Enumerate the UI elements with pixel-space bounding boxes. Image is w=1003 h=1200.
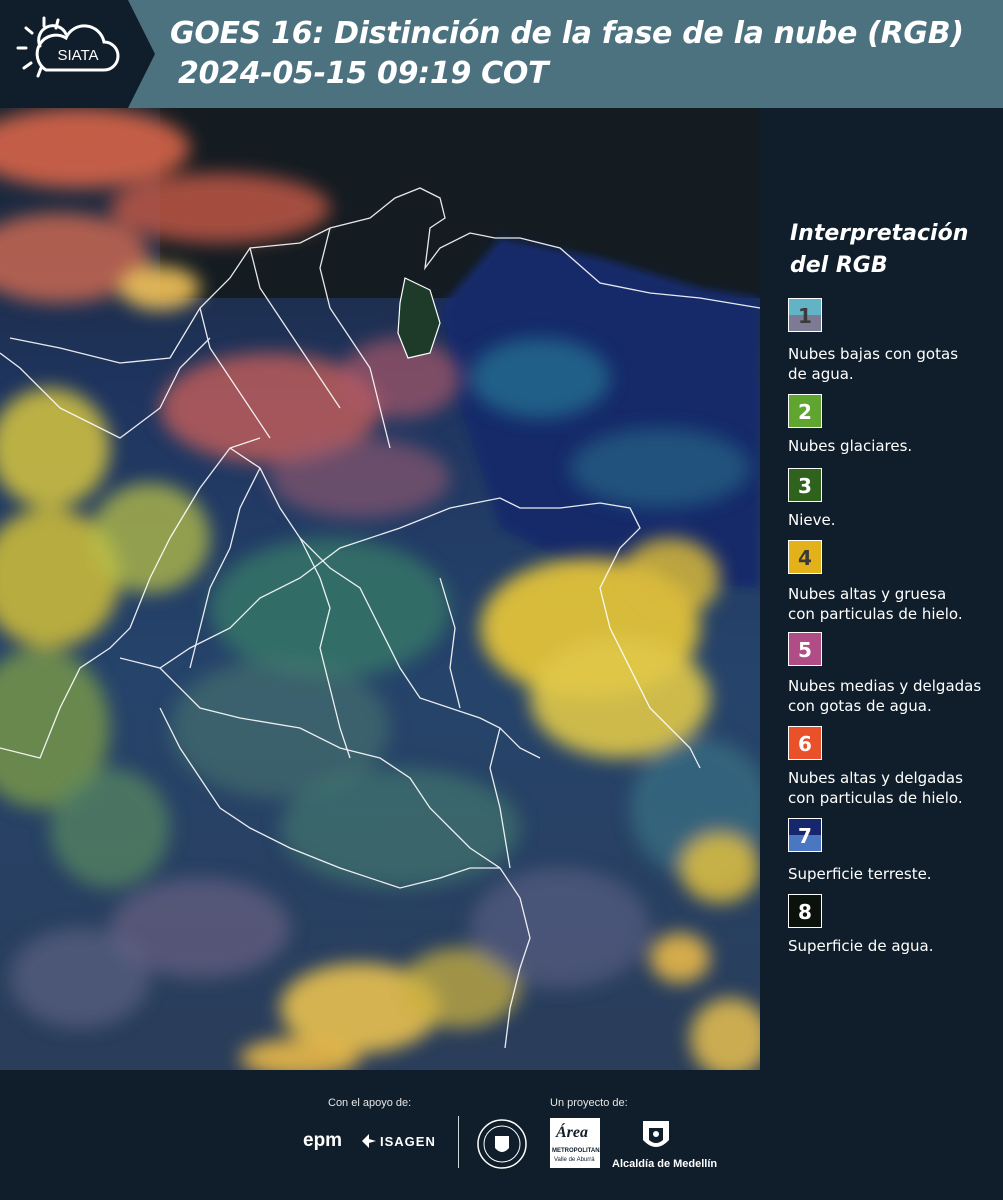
isagen-logo-text: ISAGEN: [380, 1134, 436, 1149]
support-label: Con el apoyo de:: [328, 1097, 412, 1109]
legend-label-1-line1: Nubes bajas con gotas: [788, 345, 959, 363]
footer: Con el apoyo de: Un proyecto de: epm ISA…: [0, 1070, 1003, 1200]
legend-label-2: Nubes glaciares.: [788, 436, 998, 456]
legend-label-2-line1: Nubes glaciares.: [788, 437, 913, 455]
legend-label-6-line2: con particulas de hielo.: [788, 789, 963, 807]
legend-label-4-line2: con particulas de hielo.: [788, 605, 963, 623]
legend-label-8: Superficie de agua.: [788, 936, 998, 956]
legend-label-6-line1: Nubes altas y delgadas: [788, 769, 963, 787]
area-logo-name: Área: [556, 1124, 588, 1141]
legend-label-1: Nubes bajas con gotas de agua.: [788, 344, 998, 384]
university-seal-icon: [477, 1119, 527, 1169]
legend-label-4-line1: Nubes altas y gruesa: [788, 585, 947, 603]
area-logo-sub1: METROPOLITANA: [552, 1148, 604, 1154]
legend-label-4: Nubes altas y gruesa con particulas de h…: [788, 584, 998, 624]
legend-number-7: 7: [798, 824, 812, 848]
isagen-logo-icon: [362, 1134, 376, 1148]
legend-label-5-line1: Nubes medias y delgadas: [788, 677, 982, 695]
satellite-map: [0, 108, 760, 1070]
footer-divider: [458, 1116, 459, 1168]
legend-number-6: 6: [798, 732, 812, 756]
legend-label-5-line2: con gotas de agua.: [788, 697, 932, 715]
legend-number-3: 3: [798, 474, 812, 498]
legend-swatch-6: 6: [788, 726, 822, 760]
area-logo-sub2: Valle de Aburrá: [554, 1157, 595, 1163]
legend-title: Interpretación del RGB: [790, 218, 990, 282]
legend-label-7-line1: Superficie terreste.: [788, 865, 932, 883]
legend-label-7: Superficie terreste.: [788, 864, 998, 884]
legend-swatch-5: 5: [788, 632, 822, 666]
legend-title-line2: del RGB: [790, 253, 888, 278]
legend-title-line1: Interpretación: [790, 221, 969, 246]
medellin-shield-icon: [643, 1121, 669, 1147]
map-timestamp: 2024-05-15 09:19 COT: [178, 56, 549, 91]
alcaldia-label: Alcaldía de Medellín: [612, 1158, 718, 1170]
legend-label-3: Nieve.: [788, 510, 998, 530]
project-label: Un proyecto de:: [550, 1097, 628, 1109]
legend-number-1: 1: [798, 304, 812, 328]
epm-logo: epm: [303, 1130, 343, 1151]
legend-label-5: Nubes medias y delgadas con gotas de agu…: [788, 676, 998, 716]
legend-number-8: 8: [798, 900, 812, 924]
map-title: GOES 16: Distinción de la fase de la nub…: [170, 16, 964, 51]
legend-swatch-4: 4: [788, 540, 822, 574]
legend-swatch-3: 3: [788, 468, 822, 502]
map-image: [0, 108, 760, 1070]
svg-text:SIATA: SIATA: [57, 47, 98, 64]
legend-number-5: 5: [798, 638, 812, 662]
legend-label-6: Nubes altas y delgadas con particulas de…: [788, 768, 998, 808]
legend-number-2: 2: [798, 400, 812, 424]
legend-label-8-line1: Superficie de agua.: [788, 937, 934, 955]
legend-panel: Interpretación del RGB 1 Nubes bajas con…: [760, 108, 1003, 1070]
area-metropolitana-logo: Área METROPOLITANA Valle de Aburrá: [550, 1118, 604, 1168]
legend-swatch-7: 7: [788, 818, 822, 852]
legend-label-3-line1: Nieve.: [788, 511, 836, 529]
legend-number-4: 4: [798, 546, 812, 570]
legend-swatch-8: 8: [788, 894, 822, 928]
header-bar: SIATA GOES 16: Distinción de la fase de …: [0, 0, 1003, 108]
legend-swatch-2: 2: [788, 394, 822, 428]
siata-logo: SIATA: [0, 0, 155, 108]
legend-swatch-1: 1: [788, 298, 822, 332]
legend-label-1-line2: de agua.: [788, 365, 854, 383]
